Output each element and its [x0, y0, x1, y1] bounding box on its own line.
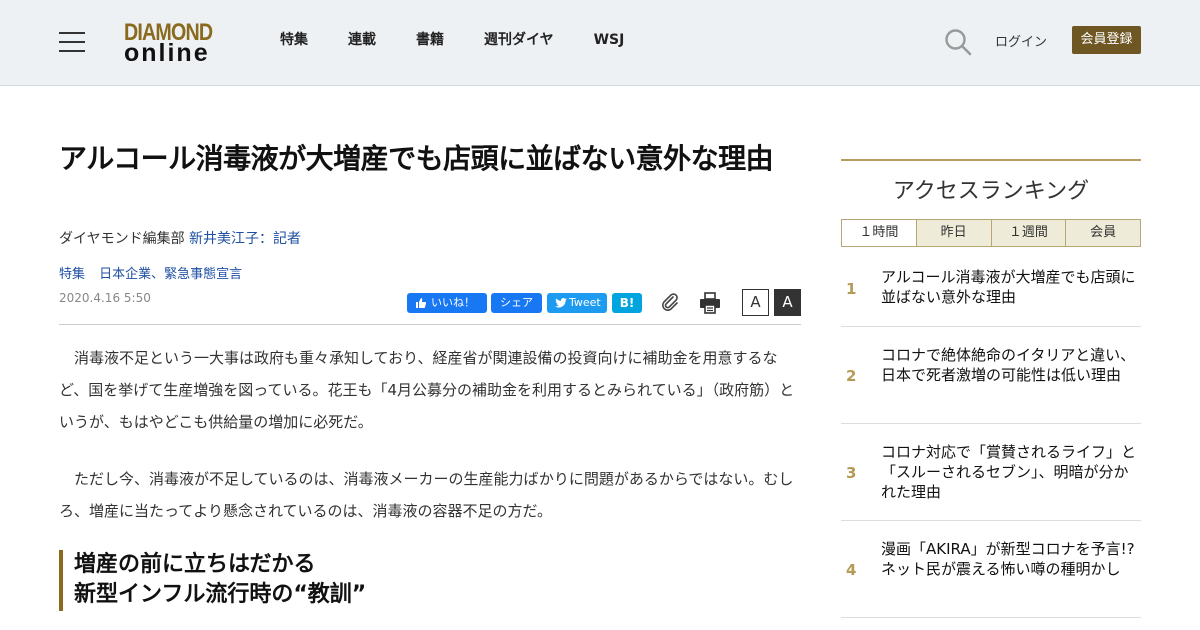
article-paragraph: ただし今、消毒液が不足しているのは、消毒液メーカーの生産能力ばかりに問題があるか… — [59, 470, 794, 520]
logo-bottom-text: online — [124, 39, 210, 67]
twitter-bird-icon — [555, 298, 567, 308]
nav-item-tokushu[interactable]: 特集 — [280, 31, 308, 49]
hatena-bookmark-button[interactable]: B! — [612, 293, 642, 313]
search-icon[interactable] — [944, 28, 972, 56]
divider — [59, 324, 801, 325]
nav-item-shoseki[interactable]: 書籍 — [416, 31, 444, 49]
rank-title: アルコール消毒液が大増産でも店頭に並ばない意外な理由 — [881, 268, 1136, 306]
rank-number: 1 — [846, 280, 857, 298]
rank-title: コロナで絶体絶命のイタリアと違い、日本で死者激増の可能性は低い理由 — [881, 346, 1136, 384]
rank-number: 4 — [846, 561, 857, 579]
tab-1-hour[interactable]: １時間 — [842, 220, 916, 246]
tab-1-week[interactable]: １週間 — [990, 220, 1066, 246]
tag-link[interactable]: 日本企業、緊急事態宣言 — [99, 267, 242, 282]
print-icon[interactable] — [699, 292, 721, 314]
byline: ダイヤモンド編集部 新井美江子：記者 — [59, 228, 301, 248]
article-paragraph: 消毒液不足という一大事は政府も重々承知しており、経産省が関連設備の投資向けに補助… — [59, 349, 795, 431]
ranking-list: 1 アルコール消毒液が大増産でも店頭に並ばない意外な理由 2 コロナで絶体絶命の… — [841, 247, 1141, 618]
font-size-large-button[interactable]: A — [774, 289, 801, 316]
font-size-small-button[interactable]: A — [742, 289, 769, 316]
article-subheading: 増産の前に立ちはだかる 新型インフル流行時の“教訓” — [59, 550, 801, 611]
publish-date: 2020.4.16 5:50 — [59, 291, 151, 305]
rank-number: 2 — [846, 367, 857, 385]
nav-item-wsj[interactable]: WSJ — [594, 31, 625, 49]
facebook-like-label: いいね！ — [431, 296, 475, 309]
rank-title: コロナ対応で「賞賛されるライフ」と「スルーされるセブン」、明暗が分かれた理由 — [881, 443, 1137, 501]
nav-item-weekly-diamond[interactable]: 週刊ダイヤ — [484, 31, 554, 49]
list-item[interactable]: 3 コロナ対応で「賞賛されるライフ」と「スルーされるセブン」、明暗が分かれた理由 — [841, 424, 1141, 521]
ranking-tabs: １時間 昨日 １週間 会員 — [841, 219, 1141, 247]
facebook-like-button[interactable]: いいね！ — [407, 293, 487, 313]
tweet-label: Tweet — [569, 296, 601, 309]
facebook-share-button[interactable]: シェア — [491, 293, 542, 313]
rank-number: 3 — [846, 464, 857, 482]
menu-icon[interactable] — [59, 32, 85, 52]
list-item[interactable]: 1 アルコール消毒液が大増産でも店頭に並ばない意外な理由 — [841, 247, 1141, 327]
thumbs-up-icon — [416, 298, 427, 308]
tab-members[interactable]: 会員 — [1065, 220, 1140, 246]
tweet-button[interactable]: Tweet — [547, 293, 607, 313]
article-tags: 特集 日本企業、緊急事態宣言 — [59, 263, 242, 282]
article-title: アルコール消毒液が大増産でも店頭に並ばない意外な理由 — [59, 142, 774, 175]
list-item[interactable]: 2 コロナで絶体絶命のイタリアと違い、日本で死者激増の可能性は低い理由 — [841, 327, 1141, 424]
list-item[interactable]: 4 漫画「AKIRA」が新型コロナを予言!?ネット民が震える怖い噂の種明かし — [841, 521, 1141, 618]
rank-title: 漫画「AKIRA」が新型コロナを予言!?ネット民が震える怖い噂の種明かし — [881, 540, 1135, 578]
tab-yesterday[interactable]: 昨日 — [915, 220, 991, 246]
main-nav: 特集 連載 書籍 週刊ダイヤ WSJ — [280, 31, 664, 49]
clip-icon[interactable] — [660, 292, 680, 312]
byline-department: ダイヤモンド編集部 — [59, 231, 185, 247]
access-ranking: アクセスランキング １時間 昨日 １週間 会員 1 アルコール消毒液が大増産でも… — [841, 159, 1141, 618]
tag-link[interactable]: 特集 — [59, 267, 85, 282]
nav-item-rensai[interactable]: 連載 — [348, 31, 376, 49]
register-button[interactable]: 会員登録 — [1072, 26, 1141, 54]
subheading-line: 新型インフル流行時の“教訓” — [74, 582, 367, 607]
site-logo[interactable]: DIAMOND online — [124, 21, 228, 67]
subheading-line: 増産の前に立ちはだかる — [74, 552, 316, 577]
byline-author-link[interactable]: 新井美江子：記者 — [189, 231, 301, 247]
site-header: DIAMOND online 特集 連載 書籍 週刊ダイヤ WSJ ログイン 会… — [0, 0, 1200, 86]
ranking-title: アクセスランキング — [892, 179, 1090, 204]
login-link[interactable]: ログイン — [995, 31, 1047, 50]
